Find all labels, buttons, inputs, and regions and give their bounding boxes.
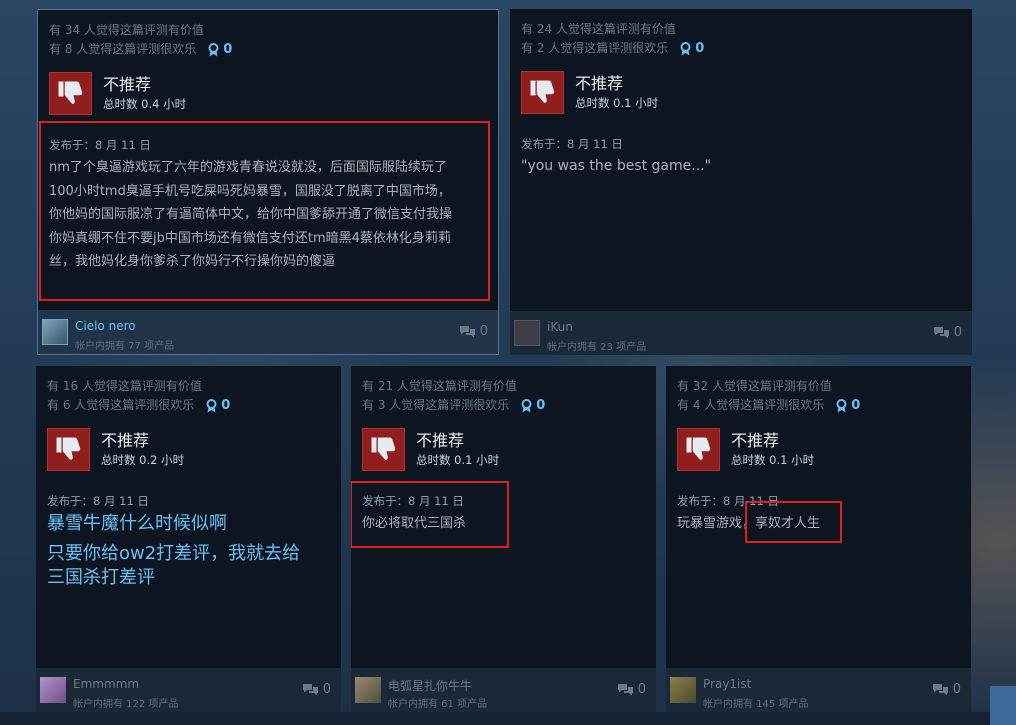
- verdict: 不推荐 总时数 0.2 小时: [47, 428, 184, 471]
- award-count: 0: [223, 42, 233, 57]
- verdict: 不推荐 总时数 0.1 小时: [677, 428, 814, 471]
- verdict-title: 不推荐: [731, 431, 780, 450]
- thumbs-down-icon: [677, 428, 720, 471]
- products-owned: 帐户内拥有 145 项产品: [703, 699, 809, 710]
- avatar[interactable]: [40, 677, 66, 703]
- comment-count: 0: [953, 325, 962, 340]
- username[interactable]: Pray1ist: [703, 677, 751, 691]
- username[interactable]: 电弧星扎你牛牛: [388, 677, 472, 694]
- comment-icon: [459, 325, 475, 337]
- award-icon: [680, 41, 691, 55]
- thumbs-down-icon: [362, 428, 405, 471]
- thumbs-down-icon: [521, 71, 564, 114]
- review-card[interactable]: 有 32 人觉得这篇评测有价值 有 4 人觉得这篇评测很欢乐 0 不推荐 总时数…: [666, 366, 971, 712]
- avatar[interactable]: [42, 319, 68, 345]
- comments-button[interactable]: 0: [302, 682, 331, 697]
- comment-count: 0: [952, 682, 961, 697]
- verdict-title: 不推荐: [416, 431, 465, 450]
- verdict-title: 不推荐: [575, 74, 624, 93]
- hours-played: 总时数 0.4 小时: [103, 97, 187, 111]
- verdict: 不推荐 总时数 0.1 小时: [362, 428, 499, 471]
- funny-count: 有 4 人觉得这篇评测很欢乐: [677, 398, 825, 412]
- posted-date: 发布于：8 月 11 日: [521, 137, 623, 151]
- username[interactable]: iKun: [547, 320, 573, 334]
- helpful-count: 有 21 人觉得这篇评测有价值: [362, 379, 517, 393]
- review-text: 暴雪牛魔什么时候似啊 只要你给ow2打差评，我就去给 三国杀打差评: [47, 513, 301, 588]
- comments-button[interactable]: 0: [933, 325, 962, 340]
- posted-date: 发布于：8 月 11 日: [47, 494, 149, 508]
- review-footer: Emmmmm 帐户内拥有 122 项产品 0: [36, 668, 341, 712]
- username[interactable]: Emmmmm: [73, 677, 139, 691]
- award-count: 0: [695, 41, 705, 56]
- verdict: 不推荐 总时数 0.1 小时: [521, 71, 658, 114]
- funny-count: 有 2 人觉得这篇评测很欢乐: [521, 41, 669, 55]
- review-footer: Pray1ist 帐户内拥有 145 项产品 0: [666, 668, 971, 712]
- comment-icon: [933, 326, 949, 338]
- products-owned: 帐户内拥有 77 项产品: [75, 341, 175, 352]
- funny-count: 有 3 人觉得这篇评测很欢乐: [362, 398, 510, 412]
- thumbs-down-icon: [47, 428, 90, 471]
- comment-count: 0: [322, 682, 331, 697]
- review-text: "you was the best game...": [521, 158, 712, 174]
- username[interactable]: Cielo nero: [75, 319, 136, 333]
- hours-played: 总时数 0.2 小时: [101, 453, 185, 467]
- hours-played: 总时数 0.1 小时: [731, 453, 815, 467]
- avatar[interactable]: [355, 677, 381, 703]
- comment-icon: [932, 683, 948, 695]
- award-button[interactable]: 0: [836, 396, 860, 415]
- review-votes: 有 32 人觉得这篇评测有价值 有 4 人觉得这篇评测很欢乐 0: [677, 377, 860, 415]
- thumbs-down-icon: [49, 72, 92, 115]
- funny-count: 有 8 人觉得这篇评测很欢乐: [49, 42, 197, 56]
- award-count: 0: [536, 398, 546, 413]
- award-button[interactable]: 0: [206, 396, 230, 415]
- page-bottom-strip: [0, 712, 990, 725]
- award-button[interactable]: 0: [521, 396, 545, 415]
- comments-button[interactable]: 0: [932, 682, 961, 697]
- highlight-box: [351, 481, 509, 548]
- review-card[interactable]: 有 16 人觉得这篇评测有价值 有 6 人觉得这篇评测很欢乐 0 不推荐 总时数…: [36, 366, 341, 712]
- review-footer: Cielo nero 帐户内拥有 77 项产品 0: [38, 310, 498, 354]
- avatar[interactable]: [670, 677, 696, 703]
- highlight-box: [39, 121, 490, 301]
- review-card[interactable]: 有 21 人觉得这篇评测有价值 有 3 人觉得这篇评测很欢乐 0 不推荐 总时数…: [351, 366, 656, 712]
- review-card[interactable]: 有 34 人觉得这篇评测有价值 有 8 人觉得这篇评测很欢乐 0 不推荐 总时数…: [37, 9, 499, 355]
- helpful-count: 有 16 人觉得这篇评测有价值: [47, 379, 202, 393]
- comment-icon: [617, 683, 633, 695]
- funny-count: 有 6 人觉得这篇评测很欢乐: [47, 398, 195, 412]
- award-icon: [521, 398, 532, 412]
- products-owned: 帐户内拥有 23 项产品: [547, 342, 647, 353]
- products-owned: 帐户内拥有 61 项产品: [388, 699, 488, 710]
- award-count: 0: [221, 398, 231, 413]
- comment-count: 0: [637, 682, 646, 697]
- verdict-title: 不推荐: [101, 431, 150, 450]
- verdict: 不推荐 总时数 0.4 小时: [49, 72, 186, 115]
- review-votes: 有 34 人觉得这篇评测有价值 有 8 人觉得这篇评测很欢乐 0: [49, 21, 232, 59]
- avatar[interactable]: [514, 320, 540, 346]
- hours-played: 总时数 0.1 小时: [416, 453, 500, 467]
- comment-count: 0: [479, 324, 488, 339]
- helpful-count: 有 24 人觉得这篇评测有价值: [521, 22, 676, 36]
- helpful-count: 有 32 人觉得这篇评测有价值: [677, 379, 832, 393]
- verdict-title: 不推荐: [103, 75, 152, 94]
- review-footer: 电弧星扎你牛牛 帐户内拥有 61 项产品 0: [351, 668, 656, 712]
- award-button[interactable]: 0: [680, 39, 704, 58]
- review-votes: 有 16 人觉得这篇评测有价值 有 6 人觉得这篇评测很欢乐 0: [47, 377, 230, 415]
- award-icon: [206, 398, 217, 412]
- scroll-right-button[interactable]: [990, 686, 1016, 725]
- comments-button[interactable]: 0: [459, 324, 488, 339]
- comments-button[interactable]: 0: [617, 682, 646, 697]
- award-icon: [836, 398, 847, 412]
- review-card[interactable]: 有 24 人觉得这篇评测有价值 有 2 人觉得这篇评测很欢乐 0 不推荐 总时数…: [510, 9, 972, 355]
- review-footer: iKun 帐户内拥有 23 项产品 0: [510, 311, 972, 355]
- review-votes: 有 21 人觉得这篇评测有价值 有 3 人觉得这篇评测很欢乐 0: [362, 377, 545, 415]
- award-count: 0: [851, 398, 861, 413]
- products-owned: 帐户内拥有 122 项产品: [73, 699, 179, 710]
- award-icon: [208, 42, 219, 56]
- comment-icon: [302, 683, 318, 695]
- helpful-count: 有 34 人觉得这篇评测有价值: [49, 23, 204, 37]
- award-button[interactable]: 0: [208, 40, 232, 59]
- highlight-box: [745, 501, 842, 543]
- review-votes: 有 24 人觉得这篇评测有价值 有 2 人觉得这篇评测很欢乐 0: [521, 20, 704, 58]
- hours-played: 总时数 0.1 小时: [575, 96, 659, 110]
